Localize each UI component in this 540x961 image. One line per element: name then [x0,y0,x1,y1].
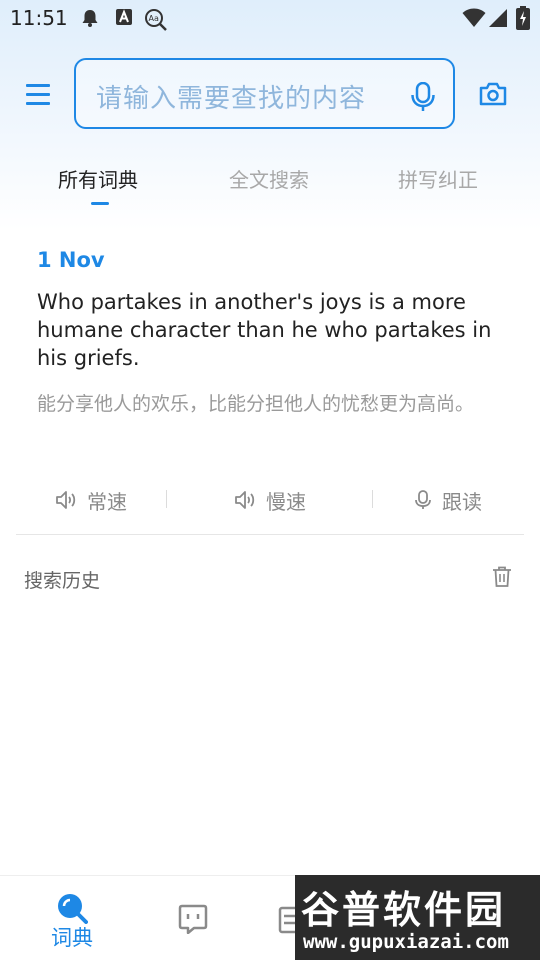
card-divider [16,534,524,535]
watermark-title: 谷普软件园 [301,888,507,932]
slow-speed-button[interactable]: 慢速 [234,482,306,518]
menu-icon-bar [26,102,50,105]
nav-item-chat[interactable] [142,876,242,961]
search-history-title: 搜索历史 [24,570,101,592]
slow-speed-label: 慢速 [266,489,306,514]
divider [166,490,167,508]
normal-speed-button[interactable]: 常速 [55,482,127,518]
notification-bell-icon [82,10,98,27]
svg-text:Aa: Aa [149,14,159,23]
follow-read-label: 跟读 [442,489,482,514]
status-time: 11:51 [10,6,68,30]
tab-all-dictionaries[interactable]: 所有词典 [58,164,138,193]
status-bar: 11:51 Aa [0,0,540,36]
wifi-icon [462,8,486,27]
sentence-date: 1 Nov [37,248,105,272]
microphone-icon [415,490,431,509]
search-icon [58,894,88,924]
chat-icon [178,904,208,934]
battery-charging-icon [516,6,530,30]
text-search-icon: Aa [145,9,167,31]
watermark: 谷普软件园 www.gupuxiazai.com [295,875,540,960]
signal-icon [489,9,507,27]
speaker-icon [235,491,255,509]
follow-read-button[interactable]: 跟读 [414,482,482,518]
menu-icon [26,84,50,87]
sentence-english[interactable]: Who partakes in another's joys is a more… [37,288,507,372]
nav-label-dictionary: 词典 [51,926,93,950]
sentence-chinese: 能分享他人的欢乐，比能分担他人的忧愁更为高尚。 [37,393,475,415]
menu-button[interactable] [26,84,52,108]
tab-spell-correction[interactable]: 拼写纠正 [398,164,478,193]
search-input[interactable]: 请输入需要查找的内容 [74,58,455,129]
speaker-icon [56,491,76,509]
trash-icon[interactable] [492,566,512,588]
camera-icon[interactable] [479,82,507,106]
normal-speed-label: 常速 [87,489,127,514]
font-a-icon [116,9,132,25]
divider [372,490,373,508]
search-placeholder: 请输入需要查找的内容 [96,84,367,114]
tab-full-text-search[interactable]: 全文搜索 [229,164,309,193]
active-tab-indicator [91,202,109,205]
microphone-icon[interactable] [411,82,435,112]
nav-item-dictionary[interactable]: 词典 [22,876,122,961]
sentence-audio-controls: 常速 慢速 跟读 [0,482,540,518]
watermark-url: www.gupuxiazai.com [303,931,509,953]
menu-icon-bar [26,93,50,96]
